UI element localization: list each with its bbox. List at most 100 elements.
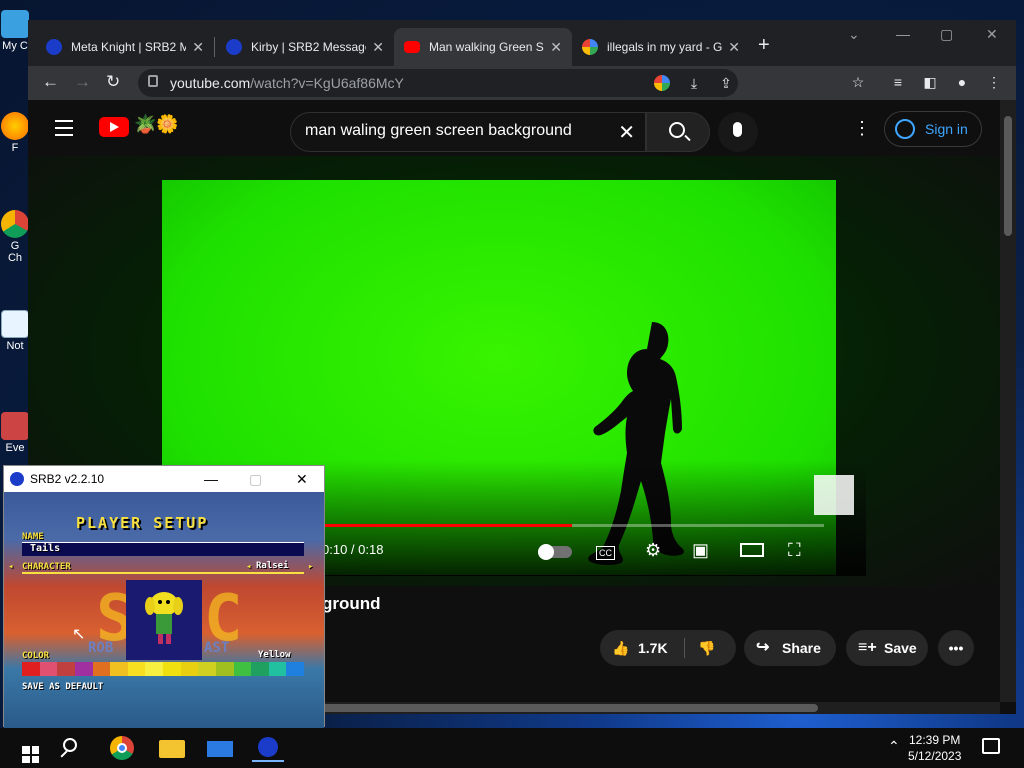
divider bbox=[684, 638, 685, 658]
taskbar-srb2[interactable] bbox=[252, 734, 284, 762]
maximize-icon[interactable]: ▢ bbox=[249, 466, 262, 492]
name-field[interactable] bbox=[22, 542, 304, 556]
save-label: Save bbox=[884, 640, 917, 656]
color-palette[interactable] bbox=[22, 662, 304, 676]
maximize-icon[interactable]: ▢ bbox=[940, 26, 953, 43]
tab-kirby[interactable]: Kirby | SRB2 Message ✕ bbox=[216, 28, 394, 66]
install-icon[interactable]: ⤓ bbox=[686, 75, 702, 91]
taskbar-file-explorer[interactable] bbox=[156, 734, 188, 762]
mouse-cursor-icon: ↖ bbox=[72, 626, 86, 643]
fullscreen-icon[interactable]: ⛶ bbox=[788, 540, 801, 561]
scrollbar-thumb[interactable] bbox=[318, 704, 818, 712]
start-button[interactable] bbox=[8, 734, 40, 763]
share-icon[interactable]: ⇪ bbox=[718, 75, 734, 91]
hamburger-menu-icon[interactable] bbox=[55, 120, 73, 141]
background-text: ROB bbox=[88, 640, 114, 656]
video-title: ground bbox=[322, 594, 381, 613]
address-bar[interactable]: youtube.com/watch?v=KgU6af86McY ⤓ ⇪ bbox=[138, 69, 738, 97]
taskbar-search-button[interactable] bbox=[56, 734, 88, 762]
more-horizontal-icon: ••• bbox=[948, 640, 964, 656]
taskbar-chrome[interactable] bbox=[106, 734, 138, 762]
menu-kebab-icon[interactable]: ⋮ bbox=[986, 74, 1002, 90]
share-button[interactable]: ↪ Share bbox=[744, 630, 836, 666]
scrollbar-thumb[interactable] bbox=[1004, 116, 1012, 236]
save-as-default-option[interactable]: SAVE AS DEFAULT bbox=[22, 682, 103, 692]
srb2-titlebar[interactable]: SRB2 v2.2.10 bbox=[4, 466, 324, 492]
microphone-icon bbox=[733, 122, 742, 137]
clock-date: 5/12/2023 bbox=[908, 749, 962, 763]
media-control-icon[interactable]: ≡ bbox=[890, 74, 906, 90]
youtube-header: 🪴🌼 ✕ ⋮ Sign in bbox=[28, 100, 1000, 156]
close-icon[interactable]: ✕ bbox=[550, 39, 562, 56]
minimize-icon[interactable]: — bbox=[204, 466, 218, 492]
tab-title: Man walking Green S bbox=[429, 40, 544, 54]
tab-youtube-active[interactable]: Man walking Green S ✕ bbox=[394, 28, 572, 66]
desktop-icon-my-computer[interactable]: My C bbox=[0, 10, 30, 52]
desktop-icon-firefox[interactable]: F bbox=[0, 112, 30, 154]
desktop-icon-everything[interactable]: Eve bbox=[0, 412, 30, 454]
windows-logo-icon bbox=[22, 746, 39, 763]
system-clock[interactable]: 12:39 PM 5/12/2023 bbox=[908, 732, 961, 764]
chevron-up-icon[interactable]: ⌃ bbox=[888, 738, 900, 755]
srb2-window: SRB2 v2.2.10 — ▢ ✕ S C ROB AST PLAYER SE… bbox=[3, 465, 325, 728]
voice-search-button[interactable] bbox=[718, 112, 758, 152]
channel-watermark-icon[interactable] bbox=[814, 475, 854, 515]
computer-icon bbox=[1, 10, 29, 38]
search-input[interactable] bbox=[305, 122, 615, 140]
search-button[interactable] bbox=[646, 112, 710, 152]
autoplay-toggle[interactable] bbox=[538, 544, 572, 560]
ralsei-sprite bbox=[145, 592, 183, 644]
vertical-scrollbar[interactable] bbox=[1000, 100, 1016, 702]
doodle-icon[interactable]: 🪴🌼 bbox=[134, 114, 179, 135]
sonic-icon bbox=[258, 737, 278, 757]
more-actions-button[interactable]: ••• bbox=[938, 630, 974, 666]
desktop-icon-label: F bbox=[11, 142, 19, 154]
srb2-game-view[interactable]: S C ROB AST PLAYER SETUP NAME Tails ◂ CH… bbox=[4, 492, 324, 728]
minimize-icon[interactable]: — bbox=[896, 26, 910, 42]
character-value: Ralsei bbox=[256, 561, 289, 571]
like-count[interactable]: 1.7K bbox=[638, 640, 668, 656]
taskbar: ⌃ 12:39 PM 5/12/2023 bbox=[0, 728, 1024, 768]
settings-kebab-icon[interactable]: ⋮ bbox=[853, 118, 871, 139]
google-lens-icon[interactable] bbox=[654, 75, 670, 91]
forward-icon[interactable]: → bbox=[74, 72, 91, 92]
desktop-icon-notepad[interactable]: Not bbox=[0, 310, 30, 352]
close-icon[interactable]: ✕ bbox=[372, 39, 384, 56]
bookmark-star-icon[interactable]: ☆ bbox=[850, 74, 866, 90]
side-panel-icon[interactable]: ◧ bbox=[922, 74, 938, 90]
google-icon bbox=[582, 39, 598, 55]
tab-search-icon[interactable]: ⌄ bbox=[848, 26, 860, 43]
clear-search-icon[interactable]: ✕ bbox=[618, 120, 635, 145]
tab-title: Kirby | SRB2 Message bbox=[251, 40, 367, 54]
left-arrow-icon[interactable]: ◂ bbox=[246, 562, 251, 572]
taskbar-mail[interactable] bbox=[204, 734, 236, 762]
close-window-icon[interactable]: ✕ bbox=[986, 26, 998, 43]
desktop-icon-chrome[interactable]: G Ch bbox=[0, 210, 30, 264]
new-tab-button[interactable]: + bbox=[758, 34, 770, 57]
close-icon[interactable]: ✕ bbox=[192, 39, 204, 56]
browser-toolbar: ← → ↻ youtube.com/watch?v=KgU6af86McY ⤓ … bbox=[28, 66, 1016, 100]
notifications-icon[interactable] bbox=[982, 738, 1000, 754]
profile-icon[interactable]: ● bbox=[954, 74, 970, 90]
close-window-icon[interactable]: ✕ bbox=[296, 466, 308, 492]
character-label: CHARACTER bbox=[22, 562, 71, 572]
thumbs-down-icon[interactable]: 👎 bbox=[698, 630, 715, 666]
back-icon[interactable]: ← bbox=[42, 72, 59, 92]
tab-meta-knight[interactable]: Meta Knight | SRB2 M ✕ bbox=[36, 28, 214, 66]
theater-mode-icon[interactable] bbox=[740, 543, 764, 557]
tab-google-search[interactable]: illegals in my yard - G ✕ bbox=[572, 28, 750, 66]
sign-in-button[interactable]: Sign in bbox=[884, 111, 982, 147]
right-arrow-icon[interactable]: ▸ bbox=[308, 562, 313, 572]
clock-time: 12:39 PM bbox=[909, 733, 961, 747]
thumbs-up-icon[interactable]: 👍 bbox=[612, 630, 629, 666]
reload-icon[interactable]: ↻ bbox=[106, 72, 120, 92]
playlist-add-icon: ≡+ bbox=[858, 639, 877, 656]
left-arrow-icon[interactable]: ◂ bbox=[8, 562, 13, 572]
share-arrow-icon: ↪ bbox=[756, 639, 770, 656]
youtube-logo[interactable] bbox=[99, 117, 129, 137]
miniplayer-icon[interactable]: ▣ bbox=[692, 540, 709, 561]
settings-gear-icon[interactable]: ⚙ bbox=[645, 540, 661, 561]
save-button[interactable]: ≡+ Save bbox=[846, 630, 928, 666]
close-icon[interactable]: ✕ bbox=[728, 39, 740, 56]
captions-icon[interactable]: CC bbox=[596, 546, 615, 560]
